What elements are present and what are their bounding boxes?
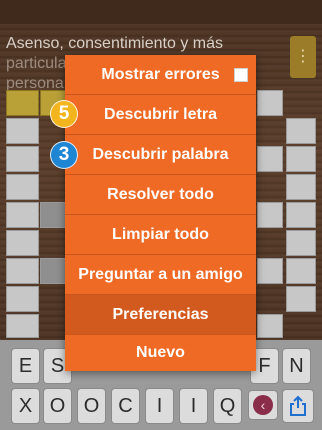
menu-item-label: Mostrar errores: [101, 65, 220, 83]
menu-item-label: Preguntar a un amigo: [78, 265, 243, 283]
key-n[interactable]: N: [282, 348, 311, 384]
grid-cell[interactable]: [286, 286, 316, 312]
top-bar: [0, 0, 322, 24]
key-o[interactable]: O: [43, 388, 72, 424]
menu-item-solve-all[interactable]: Resolver todo: [65, 175, 256, 215]
menu-item-new[interactable]: Nuevo: [65, 335, 256, 371]
key-x[interactable]: X: [11, 388, 40, 424]
grid-cell[interactable]: [257, 146, 283, 172]
key-c[interactable]: C: [111, 388, 140, 424]
grid-cell[interactable]: [286, 258, 316, 284]
grid-cell[interactable]: [6, 118, 39, 144]
menu-item-preferences[interactable]: Preferencias: [65, 295, 256, 335]
backspace-button[interactable]: ‹: [248, 390, 278, 420]
key-o[interactable]: O: [77, 388, 106, 424]
menu-item-label: Descubrir letra: [104, 105, 217, 123]
menu-item-clear-all[interactable]: Limpiar todo: [65, 215, 256, 255]
grid-cell[interactable]: [257, 202, 283, 228]
grid-cell[interactable]: [286, 230, 316, 256]
grid-cell[interactable]: [40, 202, 66, 228]
grid-cell[interactable]: [6, 230, 39, 256]
grid-cell[interactable]: [286, 202, 316, 228]
options-menu: Mostrar errores Descubrir letra Descubri…: [65, 55, 256, 371]
word-hints-badge: 3: [50, 141, 78, 169]
grid-cell[interactable]: [6, 286, 39, 312]
menu-item-label: Preferencias: [112, 305, 209, 323]
show-errors-checkbox[interactable]: [234, 68, 248, 82]
kebab-menu-button[interactable]: ⋮: [290, 36, 316, 78]
share-icon: [290, 395, 306, 416]
grid-cell[interactable]: [6, 314, 39, 338]
grid-cell[interactable]: [286, 118, 316, 144]
grid-cell[interactable]: [257, 258, 283, 284]
menu-item-reveal-word[interactable]: Descubrir palabra: [65, 135, 256, 175]
clue-line-1: Asenso, consentimiento y más: [6, 35, 223, 52]
grid-cell[interactable]: [257, 90, 283, 116]
backspace-icon: ‹: [253, 395, 273, 415]
grid-cell[interactable]: [286, 174, 316, 200]
key-i[interactable]: I: [179, 388, 208, 424]
grid-cell[interactable]: [257, 314, 283, 338]
menu-item-label: Limpiar todo: [112, 225, 209, 243]
grid-cell[interactable]: [6, 146, 39, 172]
grid-cell[interactable]: [6, 202, 39, 228]
key-e[interactable]: E: [11, 348, 40, 384]
grid-cell[interactable]: [6, 90, 39, 116]
grid-cell[interactable]: [6, 258, 39, 284]
key-i[interactable]: I: [145, 388, 174, 424]
grid-cell[interactable]: [40, 258, 66, 284]
menu-item-label: Resolver todo: [107, 185, 214, 203]
menu-item-label: Descubrir palabra: [92, 145, 229, 163]
menu-item-label: Nuevo: [136, 344, 185, 361]
share-button[interactable]: [282, 389, 314, 423]
menu-item-reveal-letter[interactable]: Descubrir letra: [65, 95, 256, 135]
letter-hints-badge: 5: [50, 100, 78, 128]
key-q[interactable]: Q: [213, 388, 242, 424]
grid-cell[interactable]: [286, 146, 316, 172]
kebab-icon: ⋮: [295, 48, 311, 65]
menu-item-show-errors[interactable]: Mostrar errores: [65, 55, 256, 95]
grid-cell[interactable]: [6, 174, 39, 200]
menu-item-ask-friend[interactable]: Preguntar a un amigo: [65, 255, 256, 295]
